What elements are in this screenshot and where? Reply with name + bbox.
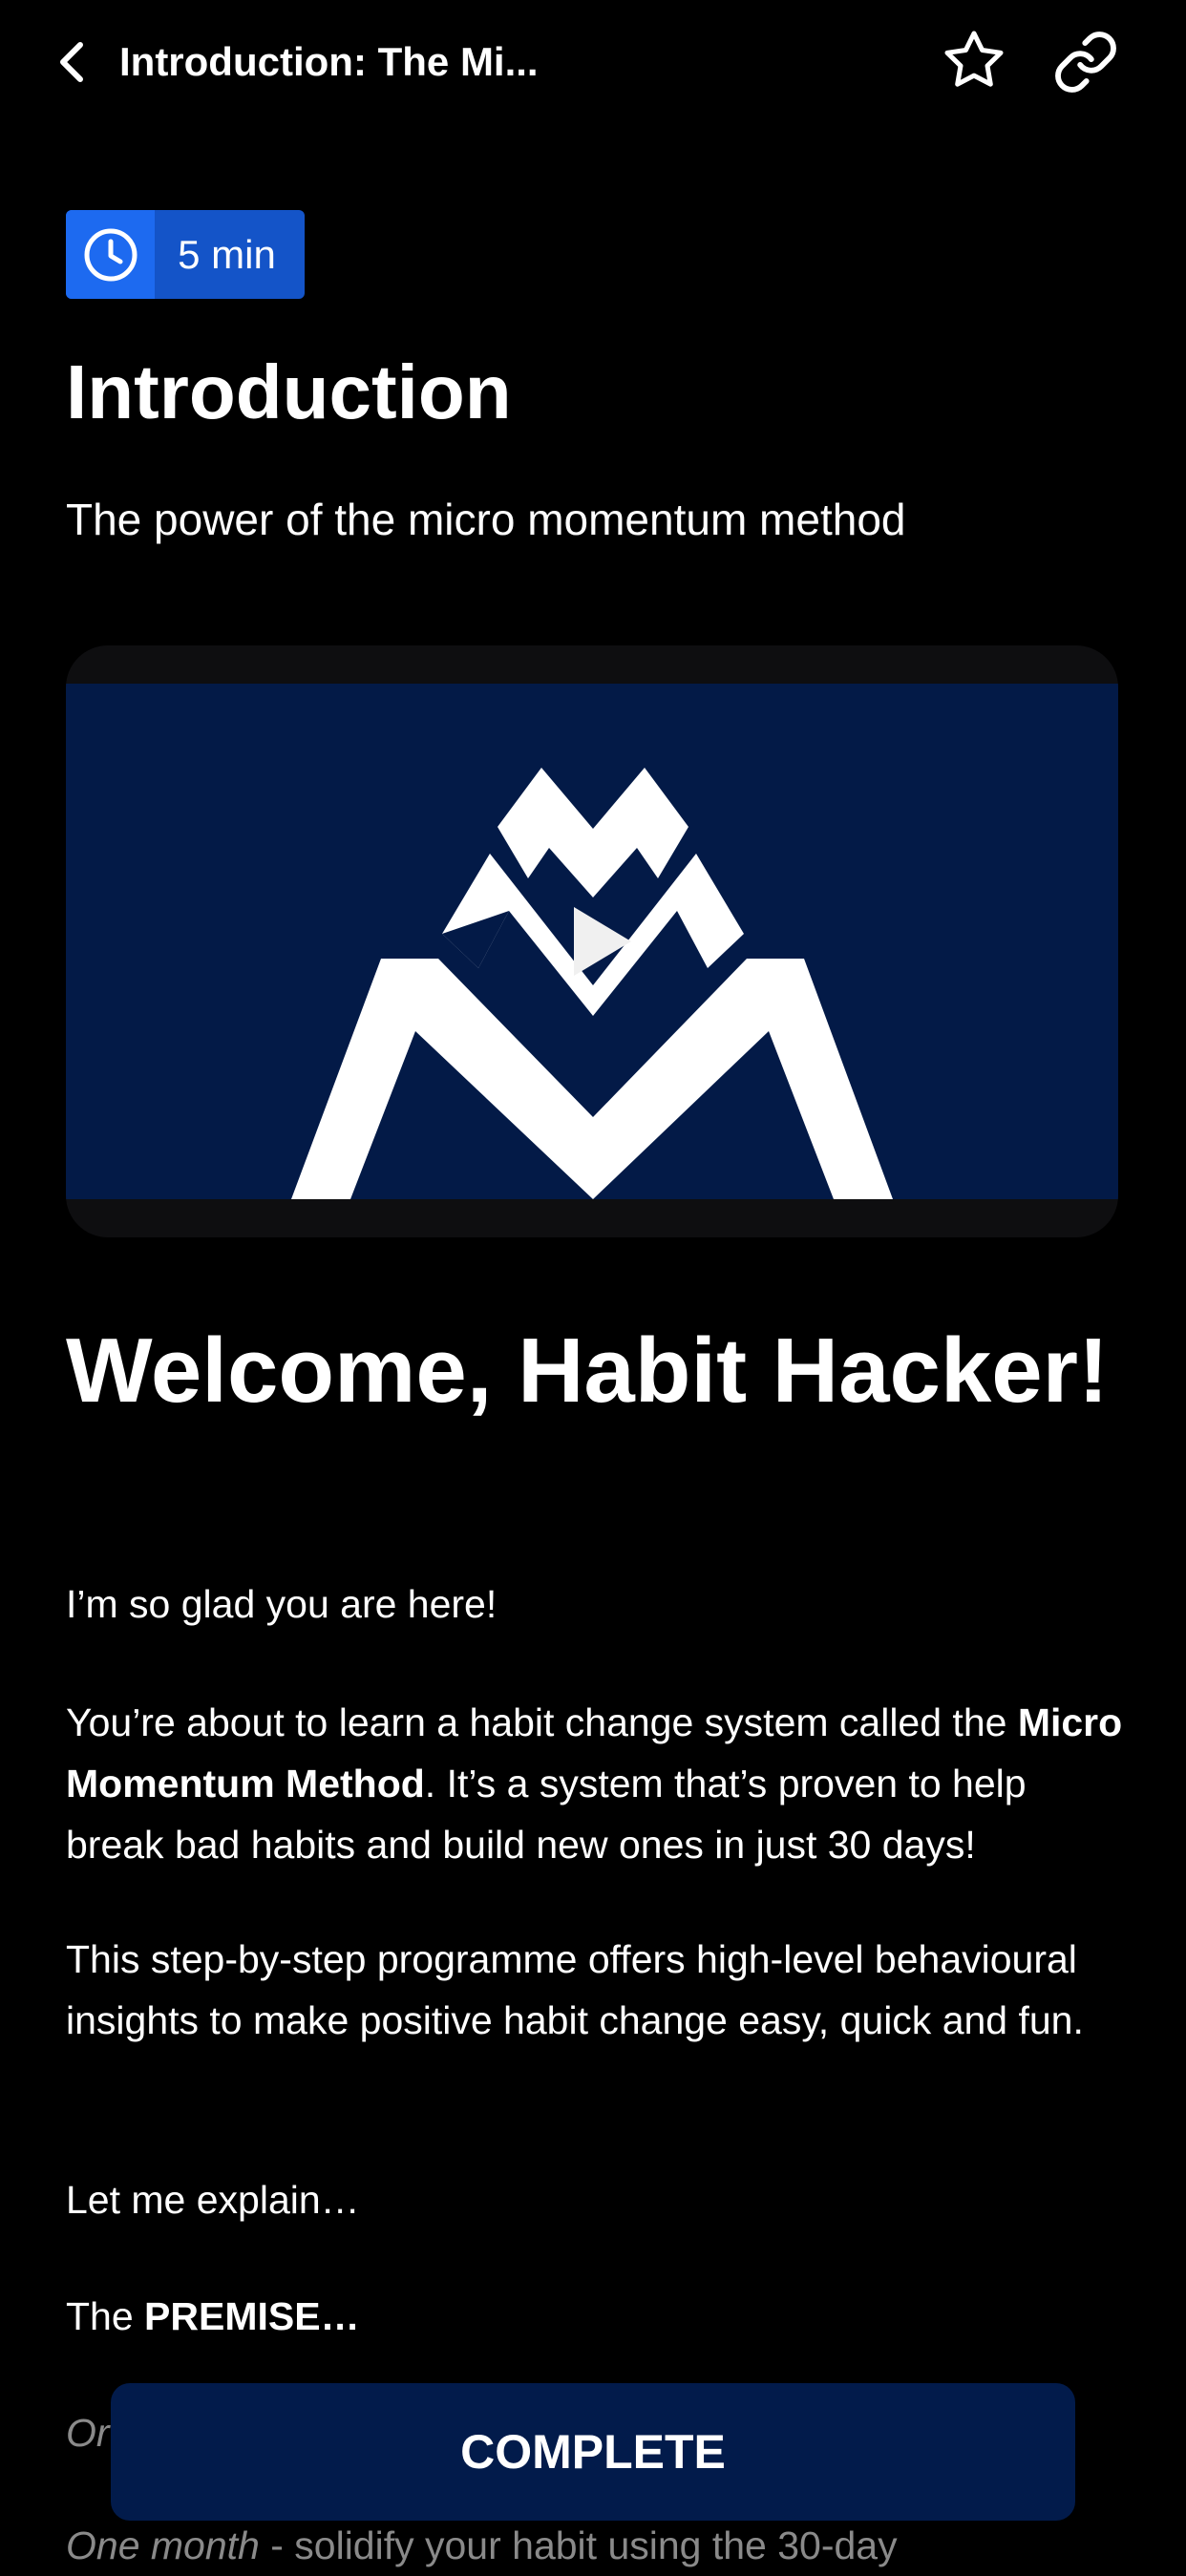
welcome-heading: Welcome, Habit Hacker! [66,1320,1109,1422]
video-player[interactable] [66,645,1118,1237]
premise-prefix: The [66,2294,145,2338]
one-month-text: - solidify your habit using the 30-day [259,2523,898,2567]
paragraph-premise: The PREMISE… [66,2286,1126,2347]
clock-icon-container [66,210,155,299]
chevron-left-icon [60,42,83,82]
one-month-label: One month [66,2523,260,2567]
video-thumbnail [66,684,1118,1199]
back-button[interactable] [46,32,99,92]
share-link-button[interactable] [1052,29,1119,95]
favorite-button[interactable] [942,29,1006,94]
header-title: Introduction: The Mi... [119,39,539,84]
premise-label: PREMISE… [144,2294,360,2338]
lesson-subtitle: The power of the micro momentum method [66,495,906,544]
paragraph-intro-start: You’re about to learn a habit change sys… [66,1700,1018,1744]
star-icon [944,31,1004,87]
lesson-title: Introduction [66,349,512,434]
paragraph-one-month: One month - solidify your habit using th… [66,2515,1126,2576]
complete-button[interactable]: COMPLETE [111,2383,1075,2521]
paragraph-programme: This step-by-step programme offers high-… [66,1937,1084,2042]
play-icon[interactable] [568,903,635,980]
top-bar: Introduction: The Mi... [0,0,1186,124]
paragraph-intro: You’re about to learn a habit change sys… [66,1692,1126,1875]
duration-label: 5 min [178,231,276,277]
duration-badge: 5 min [66,210,305,299]
link-icon [1055,32,1116,93]
paragraph-explain: Let me explain… [66,2178,360,2222]
clock-icon [84,228,137,281]
paragraph-greeting: I’m so glad you are here! [66,1582,498,1626]
